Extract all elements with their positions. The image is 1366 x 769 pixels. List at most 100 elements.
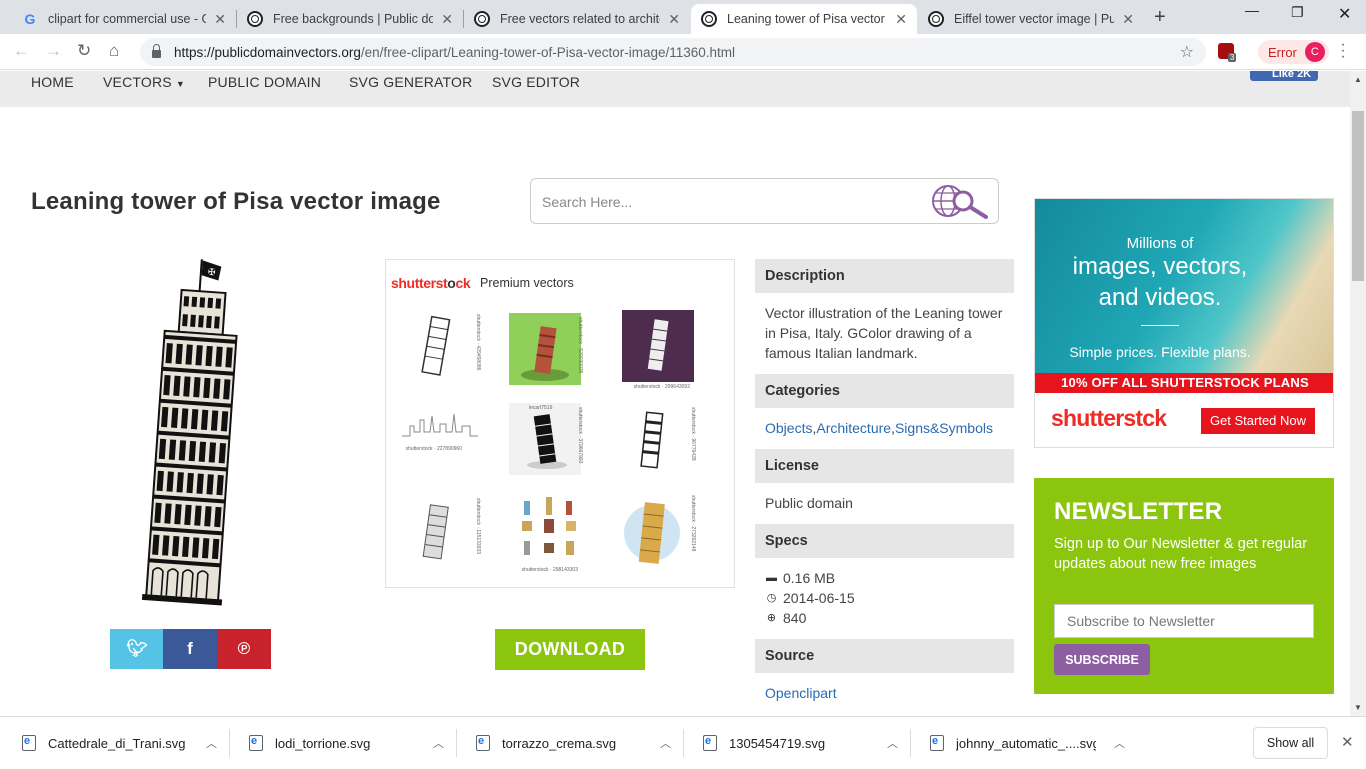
chevron-up-icon[interactable]: ︿ — [1114, 735, 1125, 751]
thumbnail-caption: shutterstock · 379667993 — [577, 407, 583, 464]
thumbnail-caption: shutterstock · 298143303 — [521, 567, 578, 573]
chevron-up-icon[interactable]: ︿ — [887, 735, 898, 751]
ad-get-started-button[interactable]: Get Started Now — [1201, 408, 1315, 434]
svg-file-icon — [930, 735, 944, 751]
reload-icon[interactable]: ↻ — [77, 41, 91, 61]
tower-thumbnail-image — [647, 319, 669, 371]
download-button[interactable]: DOWNLOAD — [495, 629, 645, 670]
scrollbar-thumb[interactable] — [1352, 111, 1364, 281]
bookmark-star-icon[interactable]: ☆ — [1180, 42, 1194, 62]
avatar: C — [1304, 42, 1325, 62]
download-item[interactable]: lodi_torrione.svg ︿ — [227, 717, 453, 769]
download-circle-icon: ⊕ — [766, 612, 777, 624]
close-icon[interactable]: ✕ — [1122, 11, 1134, 28]
new-tab-icon[interactable]: + — [1154, 6, 1166, 29]
tab-title: Leaning tower of Pisa vector im — [727, 12, 888, 26]
download-shelf: Cattedrale_di_Trani.svg ︿ lodi_torrione.… — [0, 716, 1366, 768]
nav-vectors[interactable]: VECTORS ▼ — [103, 74, 185, 90]
publicdomainvectors-icon — [247, 11, 263, 27]
premium-thumbnail[interactable]: shutterstock · 96776428 — [622, 403, 696, 475]
premium-thumbnail[interactable]: shutterstock · 227890960 — [400, 402, 480, 474]
download-item[interactable]: 1305454719.svg ︿ — [681, 717, 907, 769]
premium-thumbnail[interactable]: shutterstock · 429458086 — [407, 310, 481, 382]
license-section: License Public domain — [755, 449, 1014, 523]
facebook-like-button[interactable]: Like 2K — [1250, 71, 1318, 81]
minimize-icon[interactable]: — — [1245, 2, 1259, 18]
facebook-share-button[interactable]: f — [163, 629, 217, 669]
close-icon[interactable]: ✕ — [895, 11, 907, 28]
source-link[interactable]: Openclipart — [765, 685, 837, 701]
maximize-icon[interactable]: ❐ — [1291, 4, 1304, 21]
subscribe-button[interactable]: SUBSCRIBE — [1054, 644, 1150, 675]
download-item[interactable]: Cattedrale_di_Trani.svg ︿ — [0, 717, 226, 769]
chevron-up-icon[interactable]: ︿ — [660, 735, 671, 751]
thumbnail-caption: shutterstock · 115133933 — [475, 498, 481, 555]
address-bar[interactable]: https://publicdomainvectors.org/en/free-… — [140, 38, 1206, 66]
chevron-up-icon[interactable]: ︿ — [433, 735, 444, 751]
premium-thumbnail[interactable]: shutterstock · 273262148 — [622, 491, 696, 564]
search-input[interactable] — [542, 191, 922, 213]
category-link-objects[interactable]: Objects — [765, 420, 812, 436]
thumbnail-caption: shutterstock · 529030935 — [577, 317, 583, 374]
pinterest-share-button[interactable]: ℗ — [217, 629, 271, 669]
scroll-down-icon[interactable]: ▼ — [1354, 703, 1362, 712]
close-icon[interactable]: ✕ — [214, 11, 226, 28]
browser-toolbar: ← → ↻ ⌂ https://publicdomainvectors.org /… — [0, 34, 1366, 70]
specs-section: Specs ▬ 0.16 MB ◷ 2014-06-15 ⊕ 840 — [755, 524, 1014, 638]
nav-svg-generator[interactable]: SVG GENERATOR — [349, 74, 472, 90]
forward-icon[interactable]: → — [45, 41, 62, 61]
shutterstock-logo[interactable]: shutterstock — [391, 275, 471, 291]
download-item[interactable]: johnny_automatic_....svg ︿ — [908, 717, 1134, 769]
publicdomainvectors-icon — [701, 11, 717, 27]
download-item[interactable]: torrazzo_crema.svg ︿ — [454, 717, 680, 769]
show-all-downloads-button[interactable]: Show all — [1253, 727, 1328, 759]
shutterstock-ad[interactable]: Millions of images, vectors, and videos.… — [1034, 198, 1334, 448]
spec-size-row: ▬ 0.16 MB — [765, 568, 1004, 588]
thumbnail-caption: shutterstock · 227890960 — [405, 446, 462, 452]
spec-downloads-row: ⊕ 840 — [765, 608, 1004, 628]
thumbnail-caption: shutterstock · 299643092 — [633, 384, 690, 390]
publicdomainvectors-icon — [928, 11, 944, 27]
back-icon[interactable]: ← — [13, 41, 30, 61]
home-icon[interactable]: ⌂ — [109, 41, 119, 61]
close-shelf-icon[interactable]: ✕ — [1341, 733, 1354, 751]
scroll-up-icon[interactable]: ▲ — [1354, 75, 1362, 84]
svg-file-icon — [22, 735, 36, 751]
tab-free-vectors[interactable]: Free vectors related to architec ✕ — [464, 4, 690, 34]
download-filename: 1305454719.svg — [729, 735, 826, 751]
watercolor-tower-thumbnail-image — [624, 502, 680, 564]
premium-thumbnail[interactable]: shutterstock · 529030935 — [509, 313, 583, 385]
nav-svg-editor[interactable]: SVG EDITOR — [492, 74, 580, 90]
premium-thumbnail[interactable]: shutterstock · 299643092 — [622, 310, 694, 390]
premium-thumbnail[interactable]: shutterstock · 115133933 — [407, 494, 481, 566]
tab-free-backgrounds[interactable]: Free backgrounds | Public dom ✕ — [237, 4, 463, 34]
window-close-icon[interactable]: ✕ — [1338, 4, 1351, 24]
svg-text:✠: ✠ — [208, 268, 216, 279]
category-link-architecture[interactable]: Architecture — [816, 420, 891, 436]
description-header: Description — [755, 259, 1014, 293]
nav-home[interactable]: HOME — [31, 74, 74, 90]
tab-google-search[interactable]: G clipart for commercial use - Go ✕ — [12, 4, 236, 34]
premium-thumbnail[interactable]: lecart7519 shutterstock · 379667993 — [509, 403, 583, 475]
nav-public-domain[interactable]: PUBLIC DOMAIN — [208, 74, 321, 90]
tab-eiffel-tower[interactable]: Eiffel tower vector image | Pub ✕ — [918, 4, 1144, 34]
globe-search-icon[interactable] — [930, 183, 990, 221]
twitter-share-button[interactable]: 🐦︎ — [110, 629, 164, 669]
svg-file-icon — [249, 735, 263, 751]
menu-dots-icon[interactable]: · · · — [1340, 37, 1346, 65]
chevron-up-icon[interactable]: ︿ — [206, 735, 217, 751]
premium-thumbnail[interactable]: shutterstock · 298143303 — [514, 493, 586, 573]
pinterest-icon: ℗ — [237, 639, 251, 658]
tower-thumbnail-image — [521, 326, 569, 381]
profile-error-button[interactable]: Error C — [1258, 40, 1329, 64]
spec-date-row: ◷ 2014-06-15 — [765, 588, 1004, 608]
category-link-signs-symbols[interactable]: Signs&Symbols — [895, 420, 993, 436]
close-icon[interactable]: ✕ — [668, 11, 680, 28]
page-scrollbar[interactable]: ▲ ▼ — [1350, 71, 1366, 716]
ad-line-2: images, vectors, — [1072, 253, 1248, 280]
newsletter-email-input[interactable] — [1054, 604, 1314, 638]
google-icon: G — [24, 11, 36, 27]
close-icon[interactable]: ✕ — [441, 11, 453, 28]
tab-leaning-tower[interactable]: Leaning tower of Pisa vector im ✕ — [691, 4, 917, 34]
thumbnail-caption: shutterstock · 273262148 — [690, 495, 696, 552]
